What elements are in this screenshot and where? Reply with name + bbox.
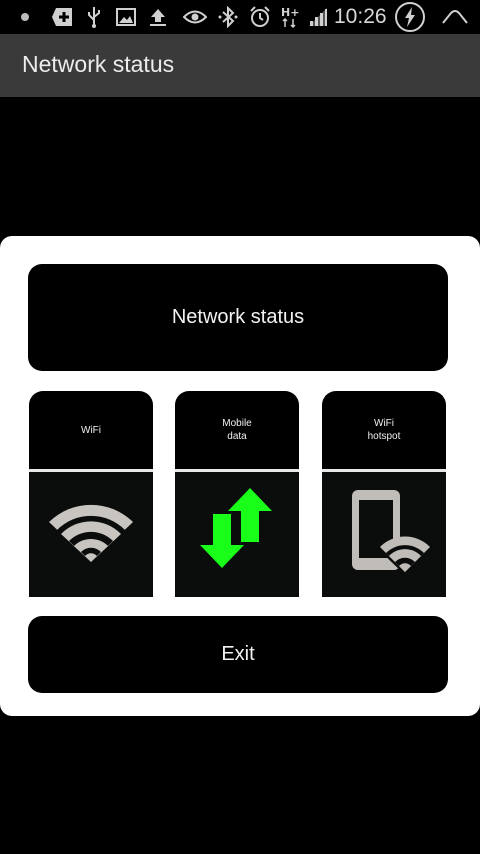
network-status-button[interactable]: Network status xyxy=(28,264,448,371)
mobile-data-tile-label: Mobile data xyxy=(222,418,252,442)
app-title: Network status xyxy=(22,51,175,77)
bluetooth-icon xyxy=(217,5,239,29)
image-icon xyxy=(115,5,137,29)
network-status-dialog: Network status WiFi Mobile data WiFi hot… xyxy=(0,236,480,716)
wifi-hotspot-tile-label: WiFi hotspot xyxy=(367,418,401,442)
signal-icon xyxy=(306,5,330,29)
wifi-hotspot-tile[interactable]: WiFi hotspot xyxy=(322,391,446,597)
add-icon xyxy=(51,5,73,29)
chevron-up-icon[interactable] xyxy=(440,5,470,29)
app-bar: Network status xyxy=(0,34,480,97)
wifi-hotspot-icon xyxy=(322,472,446,597)
network-hplus-icon: H+ xyxy=(279,5,303,29)
wifi-icon xyxy=(29,472,153,597)
screen: H+ 10:26 Network status Network status W… xyxy=(0,0,480,854)
notification-dot-icon xyxy=(17,5,33,29)
clock: 10:26 xyxy=(334,5,387,28)
status-bar: H+ 10:26 xyxy=(0,0,480,34)
exit-button[interactable]: Exit xyxy=(28,616,448,693)
wifi-tile[interactable]: WiFi xyxy=(29,391,153,597)
wifi-tile-label: WiFi xyxy=(81,424,101,436)
usb-icon xyxy=(85,5,103,29)
svg-text:H+: H+ xyxy=(281,6,299,19)
upload-icon xyxy=(147,5,169,29)
alarm-icon xyxy=(248,5,272,29)
mobile-data-icon xyxy=(175,472,299,597)
eye-icon xyxy=(183,5,207,29)
mobile-data-tile[interactable]: Mobile data xyxy=(175,391,299,597)
battery-charging-icon xyxy=(394,1,426,33)
